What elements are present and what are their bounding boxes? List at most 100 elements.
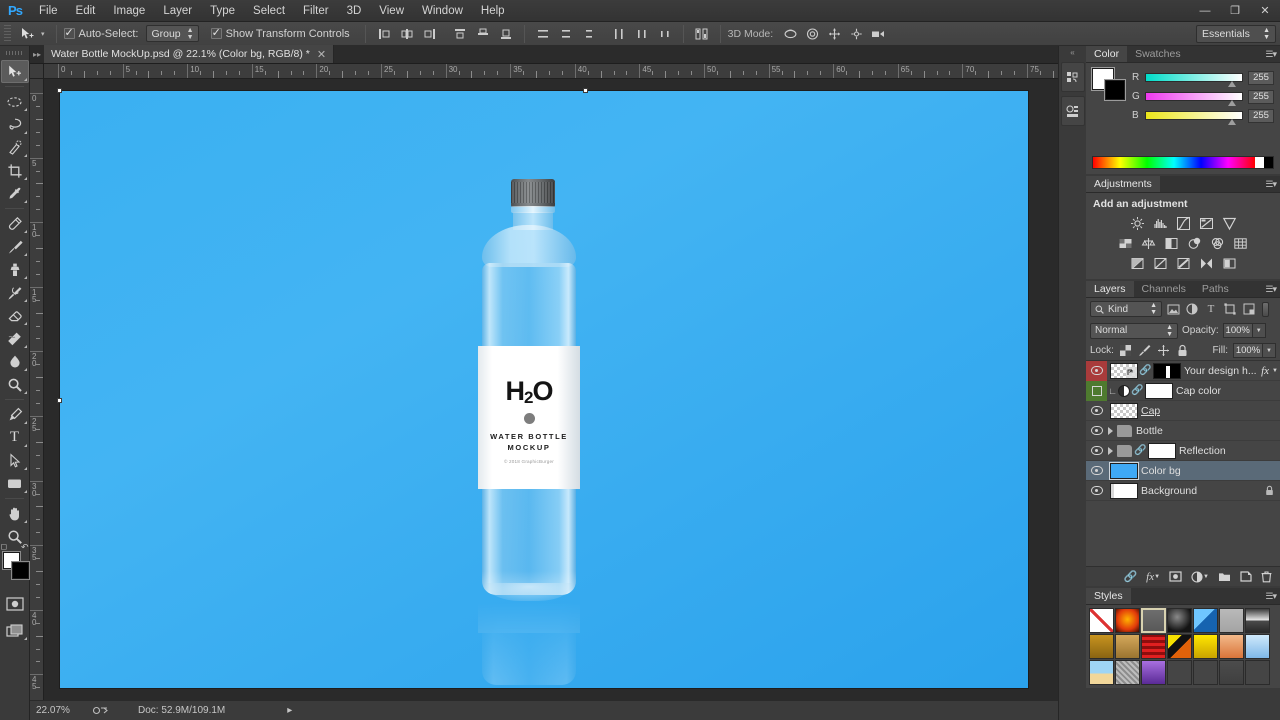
- levels-icon[interactable]: [1151, 215, 1169, 231]
- transform-handle[interactable]: [583, 88, 588, 93]
- layer-mask-thumbnail[interactable]: [1145, 382, 1173, 399]
- document-settings-icon[interactable]: [92, 705, 110, 716]
- filter-type-icon[interactable]: T: [1203, 301, 1219, 317]
- toolbar-grip[interactable]: [6, 48, 23, 58]
- panel-menu-icon[interactable]: ☰▾: [1265, 49, 1277, 60]
- layer-visibility-toggle[interactable]: [1086, 461, 1107, 481]
- path-selection-tool[interactable]: [1, 449, 29, 472]
- layer-thumbnail[interactable]: [1109, 461, 1139, 480]
- reset-colors-icon[interactable]: ◻: [1, 542, 8, 551]
- style-swatch-confetti[interactable]: [1167, 634, 1192, 659]
- filter-smart-object-icon[interactable]: [1241, 301, 1257, 317]
- auto-select-checkbox[interactable]: [63, 26, 75, 39]
- adjustment-layer-thumbnail[interactable]: [1118, 384, 1130, 397]
- expand-panels-icon[interactable]: «: [1059, 46, 1086, 58]
- filter-pixel-icon[interactable]: [1165, 301, 1181, 317]
- move-tool[interactable]: [0, 60, 29, 83]
- pan-3d-icon[interactable]: [823, 24, 845, 44]
- channel-value-r[interactable]: 255: [1248, 70, 1274, 85]
- eyedropper-tool[interactable]: [1, 182, 29, 205]
- align-horizontal-centers-icon[interactable]: [396, 24, 418, 44]
- move-tool-icon[interactable]: [15, 24, 41, 44]
- style-swatch-blue-gel[interactable]: [1141, 608, 1166, 633]
- new-group-icon[interactable]: [1218, 571, 1231, 582]
- style-swatch-sand-bevel[interactable]: [1115, 634, 1140, 659]
- distribute-right-edges-icon[interactable]: [654, 24, 676, 44]
- style-swatch-blue-ribbon[interactable]: [1193, 608, 1218, 633]
- style-swatch-default-none[interactable]: [1089, 608, 1114, 633]
- gradient-tool[interactable]: [1, 327, 29, 350]
- dodge-tool[interactable]: [1, 373, 29, 396]
- style-swatch-noise-gray[interactable]: [1115, 660, 1140, 685]
- layer-visibility-toggle[interactable]: [1086, 421, 1107, 441]
- table-row[interactable]: Cap: [1086, 401, 1280, 421]
- tab-channels[interactable]: Channels: [1133, 281, 1194, 297]
- threshold-icon[interactable]: [1174, 255, 1192, 271]
- transform-handle[interactable]: [57, 88, 62, 93]
- properties-panel-icon[interactable]: [1060, 96, 1085, 126]
- canvas-area[interactable]: H2O WATER BOTTLE MOCKUP © 2018 GraphicBu…: [44, 79, 1114, 713]
- tab-swatches[interactable]: Swatches: [1127, 46, 1189, 62]
- hand-tool[interactable]: [1, 502, 29, 525]
- slide-3d-icon[interactable]: [845, 24, 867, 44]
- style-swatch-sky-horizon[interactable]: [1089, 660, 1114, 685]
- artboard[interactable]: H2O WATER BOTTLE MOCKUP © 2018 GraphicBu…: [60, 91, 1028, 688]
- style-swatch-violet-gloss[interactable]: [1141, 660, 1166, 685]
- channel-slider-r[interactable]: [1145, 73, 1243, 87]
- channel-mixer-icon[interactable]: [1209, 235, 1227, 251]
- distribute-vertical-centers-icon[interactable]: [555, 24, 577, 44]
- style-swatch-empty-slot[interactable]: [1245, 660, 1270, 685]
- transform-handle[interactable]: [57, 398, 62, 403]
- filter-enable-toggle[interactable]: [1262, 301, 1269, 317]
- menu-item-file[interactable]: File: [30, 0, 67, 22]
- status-expand-arrow[interactable]: ▸: [287, 705, 292, 716]
- brightness-contrast-icon[interactable]: [1128, 215, 1146, 231]
- style-swatch-outline-square[interactable]: [1193, 660, 1218, 685]
- eraser-tool[interactable]: [1, 304, 29, 327]
- tab-styles[interactable]: Styles: [1086, 588, 1131, 604]
- new-fill-adjustment-icon[interactable]: ▼: [1191, 570, 1209, 583]
- group-disclosure-triangle-icon[interactable]: [1108, 446, 1113, 455]
- layer-filter-kind-dropdown[interactable]: Kind ▲ ▼: [1090, 301, 1162, 317]
- new-layer-icon[interactable]: [1240, 571, 1252, 582]
- style-swatch-red-stripes[interactable]: [1141, 634, 1166, 659]
- layer-name[interactable]: Bottle: [1136, 425, 1163, 437]
- distribute-top-edges-icon[interactable]: [532, 24, 554, 44]
- opacity-value[interactable]: 100%: [1222, 323, 1253, 338]
- pen-tool[interactable]: [1, 403, 29, 426]
- history-brush-tool[interactable]: [1, 281, 29, 304]
- layer-name[interactable]: Your design h...: [1184, 365, 1257, 377]
- add-layer-mask-icon[interactable]: [1169, 571, 1182, 582]
- color-lookup-icon[interactable]: [1232, 235, 1250, 251]
- layer-name[interactable]: Cap: [1141, 405, 1160, 417]
- layer-link-icon[interactable]: 🔗: [1134, 444, 1146, 458]
- distribute-horizontal-centers-icon[interactable]: [631, 24, 653, 44]
- align-left-edges-icon[interactable]: [373, 24, 395, 44]
- rectangle-tool[interactable]: [1, 472, 29, 495]
- menu-item-help[interactable]: Help: [472, 0, 514, 22]
- table-row[interactable]: Bottle: [1086, 421, 1280, 441]
- options-bar-grip[interactable]: [4, 24, 11, 43]
- horizontal-type-tool[interactable]: T: [1, 426, 29, 449]
- align-vertical-centers-icon[interactable]: [472, 24, 494, 44]
- layer-name[interactable]: Cap color: [1176, 385, 1221, 397]
- table-row[interactable]: Color bg: [1086, 461, 1280, 481]
- workspace-switcher[interactable]: Essentials ▲ ▼: [1196, 24, 1276, 43]
- channel-slider-b[interactable]: [1145, 111, 1243, 125]
- style-swatch-peach-gloss[interactable]: [1219, 634, 1244, 659]
- lock-transparent-pixels-icon[interactable]: [1119, 344, 1133, 358]
- layer-visibility-toggle[interactable]: [1086, 441, 1107, 461]
- curves-icon[interactable]: [1174, 215, 1192, 231]
- background-color-swatch[interactable]: [1105, 80, 1125, 100]
- layer-link-icon[interactable]: 🔗: [1139, 364, 1151, 378]
- align-top-edges-icon[interactable]: [449, 24, 471, 44]
- gradient-map-icon[interactable]: [1220, 255, 1238, 271]
- hue-saturation-icon[interactable]: [1117, 235, 1135, 251]
- invert-icon[interactable]: [1128, 255, 1146, 271]
- rotate-3d-icon[interactable]: [779, 24, 801, 44]
- link-layers-icon[interactable]: 🔗: [1123, 570, 1137, 583]
- maximize-button[interactable]: ❐: [1220, 0, 1250, 22]
- layer-mask-thumbnail[interactable]: [1148, 442, 1176, 459]
- quick-mask-mode-icon[interactable]: [1, 592, 29, 615]
- crop-tool[interactable]: [1, 159, 29, 182]
